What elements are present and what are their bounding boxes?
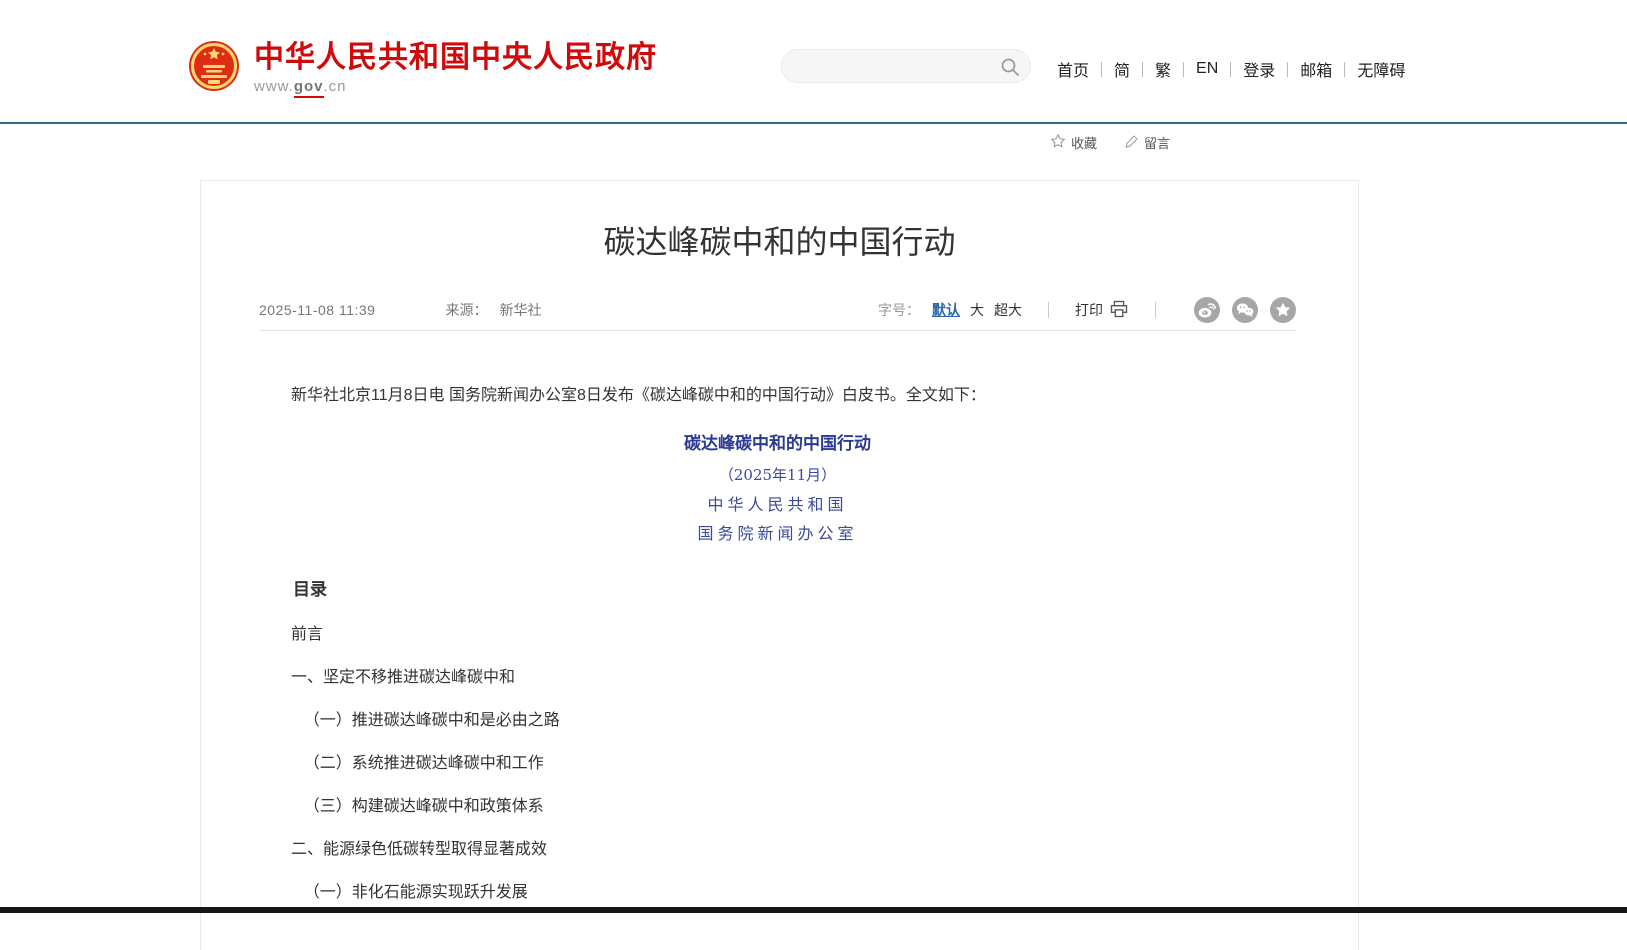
doc-issuer-line-1: 中华人民共和国 [259,494,1296,515]
search-input[interactable] [798,53,993,79]
weibo-icon[interactable] [1194,297,1220,323]
nav-english[interactable]: EN [1184,60,1230,78]
source-label: 来源： [445,300,487,320]
nav-accessibility[interactable]: 无障碍 [1345,57,1417,81]
star-share-icon[interactable] [1270,297,1296,323]
font-size-xlarge[interactable]: 超大 [994,300,1022,320]
print-button[interactable]: 打印 [1075,299,1129,322]
nav-traditional[interactable]: 繁 [1143,57,1183,81]
article-meta-row: 2025-11-08 11:39 来源： 新华社 字号： 默认 大 超大 打印 [259,297,1296,323]
site-logo[interactable]: 中华人民共和国中央人民政府 www.gov.cn [188,38,657,95]
toc-item: 二、能源绿色低碳转型取得显著成效 [259,840,1296,860]
message-button[interactable]: 留言 [1125,133,1170,152]
toc-item: 前言 [259,625,1296,645]
article-date: 2025-11-08 11:39 [259,302,375,318]
meta-separator [1155,302,1156,318]
doc-title: 碳达峰碳中和的中国行动 [259,433,1296,455]
search-box [781,49,1031,83]
article-body: 新华社北京11月8日电 国务院新闻办公室8日发布《碳达峰碳中和的中国行动》白皮书… [259,383,1296,903]
toc-list: 前言 一、坚定不移推进碳达峰碳中和 （一）推进碳达峰碳中和是必由之路 （二）系统… [259,625,1296,903]
doc-date-line: （2025年11月） [259,464,1296,486]
site-url-cn: .cn [324,78,347,95]
article-title: 碳达峰碳中和的中国行动 [201,181,1358,263]
search-icon[interactable] [1000,57,1020,82]
star-outline-icon [1050,133,1066,152]
site-header: 中华人民共和国中央人民政府 www.gov.cn 首页 简 繁 EN 登录 邮箱… [0,0,1627,124]
toc-item: （三）构建碳达峰碳中和政策体系 [259,797,1296,817]
bottom-edge-bar [0,907,1627,913]
article-intro: 新华社北京11月8日电 国务院新闻办公室8日发布《碳达峰碳中和的中国行动》白皮书… [259,383,1296,409]
doc-issuer-line-2: 国务院新闻办公室 [259,523,1296,544]
print-label: 打印 [1075,300,1103,320]
toc-heading: 目录 [259,578,1296,602]
wechat-icon[interactable] [1232,297,1258,323]
site-url: www.gov.cn [254,78,657,95]
nav-mail[interactable]: 邮箱 [1288,57,1344,81]
article-card: 碳达峰碳中和的中国行动 2025-11-08 11:39 来源： 新华社 字号：… [200,180,1359,950]
toc-item: （一）非化石能源实现跃升发展 [259,883,1296,903]
header-divider [0,122,1627,124]
toc-item: （二）系统推进碳达峰碳中和工作 [259,754,1296,774]
toc-item: （一）推进碳达峰碳中和是必由之路 [259,711,1296,731]
top-nav: 首页 简 繁 EN 登录 邮箱 无障碍 [1045,57,1417,81]
article-meta-right: 字号： 默认 大 超大 打印 [878,297,1296,323]
meta-separator [1048,302,1049,318]
message-label: 留言 [1144,133,1170,152]
nav-home[interactable]: 首页 [1045,57,1101,81]
page-action-row: 收藏 留言 [1050,133,1170,152]
font-size-default[interactable]: 默认 [932,300,960,320]
national-emblem-icon [188,38,240,94]
favorite-label: 收藏 [1071,133,1097,152]
site-url-www: www. [254,78,294,95]
toc-item: 一、坚定不移推进碳达峰碳中和 [259,668,1296,688]
font-size-large[interactable]: 大 [970,300,984,320]
site-url-gov: gov [294,78,324,98]
article-meta-left: 2025-11-08 11:39 来源： 新华社 [259,300,541,320]
share-icons [1182,297,1296,323]
printer-icon [1109,299,1129,322]
nav-simplified[interactable]: 简 [1102,57,1142,81]
source-value: 新华社 [499,300,541,320]
favorite-button[interactable]: 收藏 [1050,133,1097,152]
nav-login[interactable]: 登录 [1231,57,1287,81]
font-size-label: 字号： [878,300,920,320]
site-title: 中华人民共和国中央人民政府 [254,42,657,74]
pencil-icon [1125,134,1139,151]
meta-divider [259,330,1296,331]
